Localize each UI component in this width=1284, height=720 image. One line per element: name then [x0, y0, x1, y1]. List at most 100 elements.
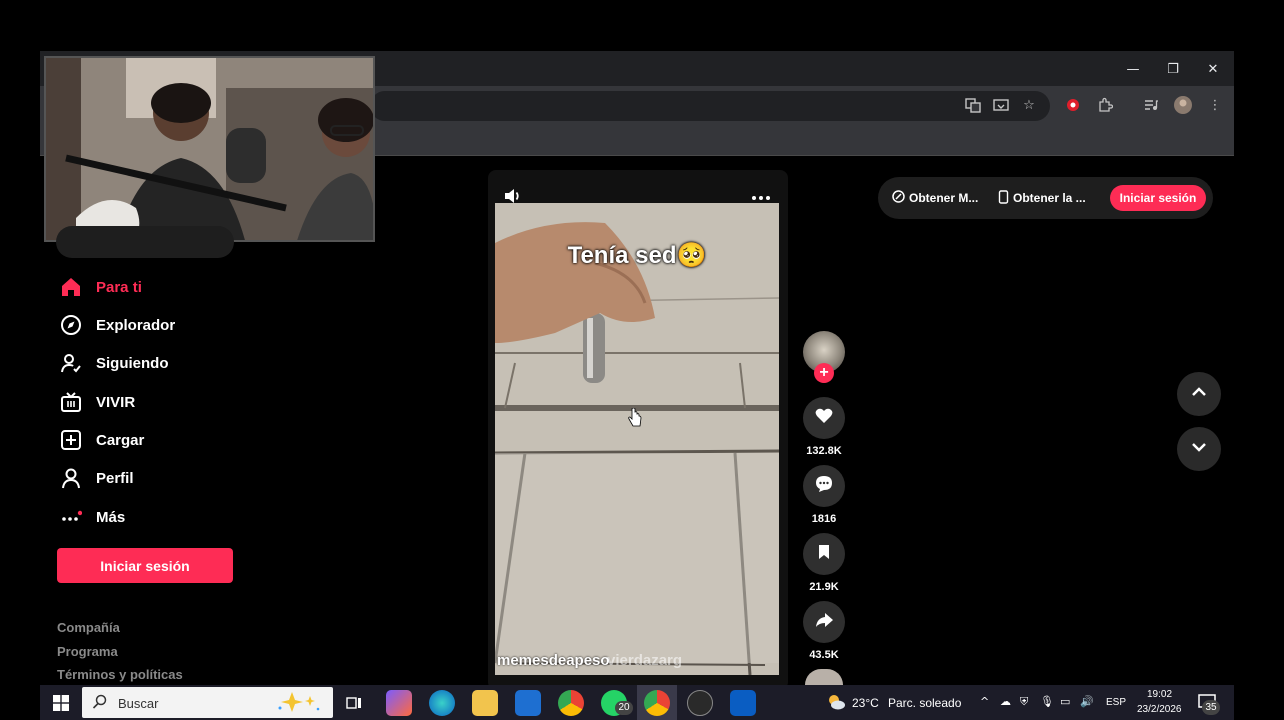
pleading-emoji-icon: 🥺: [676, 242, 707, 269]
like-button[interactable]: [803, 397, 845, 439]
onedrive-icon[interactable]: ☁: [1000, 695, 1011, 708]
desktop-app-icon: [892, 190, 905, 206]
chevron-up-icon: [1190, 383, 1208, 406]
comment-count: 1816: [811, 513, 837, 525]
bookmark-icon: [815, 543, 833, 566]
footer-link-program[interactable]: Programa: [57, 644, 118, 659]
video-caption-text: Tenía sed: [567, 242, 677, 269]
restore-icon[interactable]: ❐: [1153, 57, 1193, 81]
search-highlight-sparkle-icon: [272, 690, 324, 719]
share-button[interactable]: [803, 601, 845, 643]
sidebar-item-cargar[interactable]: Cargar: [58, 425, 144, 455]
browser-menu-icon[interactable]: ⋮: [1204, 94, 1226, 116]
weather-temperature[interactable]: 23°C: [852, 696, 879, 710]
profile-avatar[interactable]: [1172, 94, 1194, 116]
compass-icon: [58, 312, 84, 338]
address-bar[interactable]: [370, 91, 1050, 121]
sidebar-item-siguiendo[interactable]: Siguiendo: [58, 348, 169, 378]
footer-link-terms[interactable]: Términos y políticas: [57, 667, 183, 682]
sidebar-item-explorador[interactable]: Explorador: [58, 310, 175, 340]
close-icon[interactable]: ✕: [1193, 57, 1233, 81]
clock-time[interactable]: 19:02: [1147, 689, 1172, 700]
notifications-badge: 35: [1202, 700, 1220, 715]
sidebar-item-label: Más: [96, 508, 126, 526]
weather-description[interactable]: Parc. soleado: [888, 696, 961, 710]
next-video-button[interactable]: [1177, 427, 1221, 471]
profile-icon: [58, 465, 84, 491]
windows-start-icon[interactable]: [48, 690, 74, 716]
chrome-icon[interactable]: [558, 690, 584, 716]
store-icon[interactable]: [730, 690, 756, 716]
media-queue-icon[interactable]: [1140, 94, 1162, 116]
sidebar-item-label: Cargar: [96, 431, 145, 449]
translate-icon[interactable]: [962, 94, 984, 116]
sidebar-item-perfil[interactable]: Perfil: [58, 463, 134, 493]
video-frame-image: [495, 203, 779, 675]
chrome-active-icon[interactable]: [644, 690, 670, 716]
previous-video-button[interactable]: [1177, 372, 1221, 416]
sidebar-item-para-ti[interactable]: Para ti: [58, 272, 142, 302]
share-count: 43.5K: [809, 649, 839, 661]
follow-plus-icon[interactable]: +: [814, 363, 834, 383]
cast-icon[interactable]: [990, 94, 1012, 116]
sidebar-item-label: Perfil: [96, 469, 134, 487]
sidebar-item-label: Explorador: [96, 316, 176, 334]
share-arrow-icon: [814, 610, 834, 635]
edge-browser-icon[interactable]: [429, 690, 455, 716]
taskbar-search-label: Buscar: [118, 696, 159, 711]
sidebar-item-vivir[interactable]: VIVIR: [58, 387, 135, 417]
windows-taskbar: Buscar 20 23°C Parc. soleado ^ ☁ ⛨ 🎙 ▭ 🔊…: [40, 685, 1234, 720]
webcam-overlay: [44, 56, 375, 242]
sidebar-item-label: Siguiendo: [96, 354, 169, 372]
clock-date[interactable]: 23/2/2026: [1137, 704, 1182, 715]
more-icon: [58, 504, 84, 530]
video-player[interactable]: Tenía sed🥺 memesdeapeso vierdazarg: [495, 203, 779, 675]
sidebar-item-label: Para ti: [96, 278, 142, 296]
get-mobile-app-label: Obtener la ...: [1013, 191, 1086, 205]
webcam-scene: [46, 58, 373, 240]
comment-button[interactable]: [803, 465, 845, 507]
task-view-icon[interactable]: [341, 690, 367, 716]
save-button[interactable]: [803, 533, 845, 575]
taskbar-search-box[interactable]: Buscar: [82, 687, 333, 718]
whatsapp-badge: 20: [615, 701, 633, 715]
screen: — ❐ ✕ ☆ ⋮ Para ti Explorador Siguiendo V…: [0, 0, 1284, 720]
security-icon[interactable]: ⛨: [1020, 695, 1028, 709]
chevron-down-icon: [1190, 438, 1208, 461]
volume-tray-icon[interactable]: 🔊: [1080, 695, 1094, 708]
weather-icon: [826, 692, 846, 717]
footer-link-company[interactable]: Compañía: [57, 620, 120, 635]
language-indicator[interactable]: ESP: [1106, 697, 1126, 708]
network-icon[interactable]: ▭: [1060, 695, 1070, 708]
live-icon: [58, 389, 84, 415]
minimize-icon[interactable]: —: [1113, 57, 1153, 81]
mail-icon[interactable]: [515, 690, 541, 716]
extension-red-icon[interactable]: [1062, 94, 1084, 116]
top-login-button[interactable]: Iniciar sesión: [1110, 185, 1206, 211]
taskbar-search-icon: [92, 694, 108, 715]
bookmark-star-icon[interactable]: ☆: [1018, 94, 1040, 116]
comment-icon: [814, 474, 834, 499]
microphone-icon[interactable]: 🎙: [1040, 695, 1054, 708]
tray-chevron-up-icon[interactable]: ^: [980, 695, 989, 708]
get-mobile-app-link[interactable]: Obtener la ...: [998, 177, 1086, 219]
following-icon: [58, 350, 84, 376]
get-desktop-app-label: Obtener M...: [909, 191, 979, 205]
like-count: 132.8K: [806, 445, 842, 457]
extensions-puzzle-icon[interactable]: [1094, 94, 1116, 116]
home-icon: [58, 274, 84, 300]
copilot-icon[interactable]: [386, 690, 412, 716]
video-username-watermark: memesdeapeso: [497, 652, 610, 669]
hand-cursor-icon: [628, 407, 642, 428]
sidebar-item-mas[interactable]: Más: [58, 502, 125, 532]
sidebar-item-label: VIVIR: [96, 393, 136, 411]
phone-icon: [998, 189, 1009, 207]
get-desktop-app-link[interactable]: Obtener M...: [892, 177, 978, 219]
recorder-icon[interactable]: [687, 690, 713, 716]
search-input[interactable]: [56, 226, 234, 258]
save-count: 21.9K: [809, 581, 839, 593]
video-caption: Tenía sed🥺: [495, 241, 779, 270]
heart-icon: [814, 406, 834, 431]
file-explorer-icon[interactable]: [472, 690, 498, 716]
login-button[interactable]: Iniciar sesión: [57, 548, 233, 583]
